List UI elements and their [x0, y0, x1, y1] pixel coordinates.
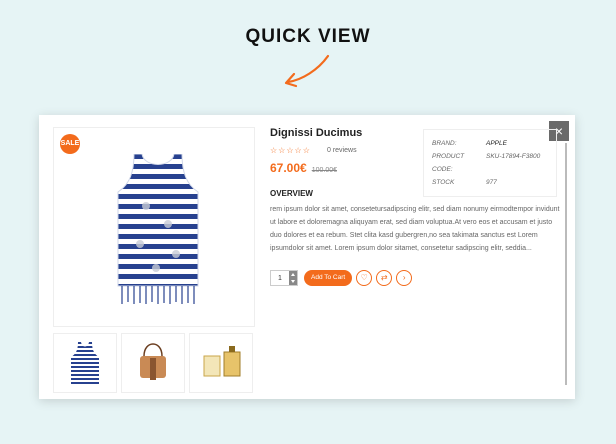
code-label: PRODUCT CODE: — [432, 153, 465, 173]
striped-tank-top-image — [117, 154, 199, 304]
scrollbar[interactable] — [565, 143, 567, 385]
compare-icon: ⇄ — [380, 273, 388, 282]
thumbnail-perfume[interactable] — [189, 333, 253, 393]
compare-button[interactable]: ⇄ — [376, 270, 393, 286]
quick-view-modal: × SALE Dignissi Ducimus ☆☆☆☆☆ 0 reviews … — [39, 115, 575, 399]
stock-value: 977 — [486, 179, 497, 186]
add-to-cart-button[interactable]: Add To Cart — [304, 270, 353, 286]
main-product-image[interactable]: SALE — [53, 127, 255, 327]
chevron-down-icon[interactable] — [291, 280, 295, 283]
current-price: 67.00€ — [270, 161, 307, 175]
brand-value[interactable]: APPLE — [486, 137, 507, 150]
stock-label: STOCK — [432, 179, 455, 186]
heart-icon: ♡ — [360, 273, 368, 282]
quantity-stepper[interactable]: 1 — [270, 270, 298, 286]
thumbnail-tank-top[interactable] — [53, 333, 117, 393]
product-meta: BRAND: APPLE PRODUCT CODE: SKU-17894-F38… — [423, 129, 557, 197]
sale-badge: SALE — [60, 134, 80, 154]
chevron-right-icon: › — [402, 273, 406, 282]
review-count[interactable]: 0 reviews — [327, 147, 357, 154]
headline: QUICK VIEW — [245, 26, 371, 47]
quantity-value[interactable]: 1 — [271, 275, 289, 282]
old-price: 100.00€ — [311, 167, 338, 174]
code-value: SKU-17894-F3800 — [486, 153, 541, 160]
brand-label: BRAND: — [432, 140, 457, 147]
cart-row: 1 Add To Cart ♡ ⇄ › — [270, 270, 413, 286]
wishlist-button[interactable]: ♡ — [356, 270, 373, 286]
perfume-icon — [203, 346, 241, 377]
product-description: rem ipsum dolor sit amet, consetetursadi… — [270, 206, 560, 252]
chevron-up-icon[interactable] — [291, 273, 295, 276]
code-row: PRODUCT CODE: SKU-17894-F3800 — [432, 150, 548, 176]
star-rating-icon: ☆☆☆☆☆ — [270, 146, 311, 155]
handbag-icon — [140, 343, 166, 380]
stock-row: STOCK 977 — [432, 176, 548, 189]
brand-row: BRAND: APPLE — [432, 137, 548, 150]
next-button[interactable]: › — [396, 270, 413, 286]
arrow-icon — [284, 54, 330, 88]
quantity-arrows[interactable] — [289, 271, 297, 285]
thumbnail-handbag[interactable] — [121, 333, 185, 393]
tank-top-icon — [71, 342, 99, 384]
